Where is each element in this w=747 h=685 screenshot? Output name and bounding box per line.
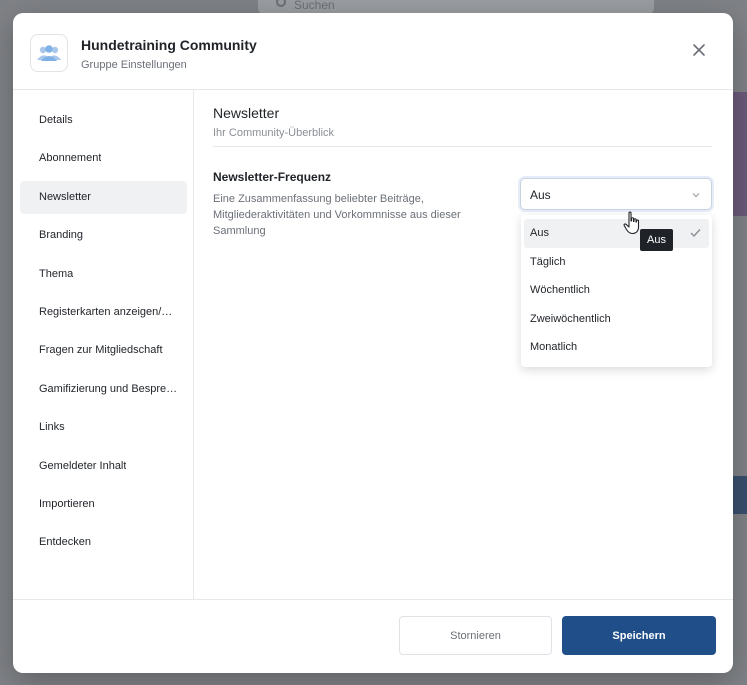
- section-title: Newsletter: [213, 105, 280, 121]
- sidebar-item-links[interactable]: Links: [20, 411, 187, 444]
- sidebar-item-thema[interactable]: Thema: [20, 258, 187, 291]
- sidebar-item-gemeldeter-inhalt[interactable]: Gemeldeter Inhalt: [20, 450, 187, 483]
- section-subtitle: Ihr Community-Überblick: [213, 127, 335, 139]
- sidebar-item-label: Thema: [39, 267, 74, 280]
- background-search-bar: Suchen: [258, 0, 654, 14]
- option-label: Zweiwöchentlich: [530, 312, 611, 325]
- frequency-select[interactable]: Aus: [520, 178, 712, 210]
- sidebar-item-registerkarten[interactable]: Registerkarten anzeigen/…: [20, 296, 187, 329]
- background-button: [733, 476, 747, 514]
- chevron-down-icon: [692, 193, 700, 198]
- option-woechentlich[interactable]: Wöchentlich: [524, 276, 709, 305]
- divider: [213, 146, 712, 147]
- settings-content: Newsletter Ihr Community-Überblick Newsl…: [213, 105, 713, 367]
- check-icon: [690, 229, 701, 238]
- option-taeglich[interactable]: Täglich: [524, 248, 709, 277]
- modal-footer: Stornieren Speichern: [13, 599, 733, 673]
- option-label: Aus: [530, 227, 549, 239]
- background-banner: [733, 92, 747, 216]
- cancel-button[interactable]: Stornieren: [399, 616, 552, 655]
- tooltip: Aus: [640, 229, 673, 251]
- option-label: Täglich: [530, 255, 566, 268]
- sidebar-item-newsletter[interactable]: Newsletter: [20, 180, 187, 214]
- frequency-dropdown: Aus Täglich Wöchentlich Zweiwöchentlich …: [521, 215, 712, 367]
- sidebar-item-label: Links: [39, 421, 65, 434]
- modal-subtitle: Gruppe Einstellungen: [81, 59, 187, 71]
- sidebar-item-branding[interactable]: Branding: [20, 219, 187, 252]
- sidebar-item-label: Branding: [39, 229, 84, 242]
- option-monatlich[interactable]: Monatlich: [524, 333, 709, 362]
- frequency-label: Newsletter-Frequenz: [213, 170, 332, 184]
- sidebar-item-gamifizierung[interactable]: Gamifizierung und Bespre…: [20, 373, 187, 406]
- option-label: Wöchentlich: [530, 284, 590, 297]
- modal-header: Hundetraining Community Gruppe Einstellu…: [13, 13, 733, 90]
- sidebar-item-label: Newsletter: [39, 190, 91, 203]
- sidebar-item-label: Registerkarten anzeigen/…: [39, 305, 173, 318]
- sidebar-item-details[interactable]: Details: [20, 104, 187, 137]
- hand-pointer-icon: [623, 211, 640, 235]
- community-title: Hundetraining Community: [81, 37, 257, 53]
- sidebar-item-label: Gamifizierung und Bespre…: [39, 382, 178, 395]
- option-zweiwoechentlich[interactable]: Zweiwöchentlich: [524, 305, 709, 334]
- sidebar-item-label: Gemeldeter Inhalt: [39, 459, 127, 472]
- settings-sidebar: Details Abonnement Newsletter Branding T…: [13, 90, 194, 600]
- sidebar-item-mitgliedschaft[interactable]: Fragen zur Mitgliedschaft: [20, 334, 187, 367]
- group-icon: [30, 34, 68, 72]
- background-search-placeholder: Suchen: [294, 0, 335, 12]
- sidebar-item-label: Details: [39, 114, 73, 126]
- option-label: Monatlich: [530, 341, 578, 354]
- sidebar-item-entdecken[interactable]: Entdecken: [20, 526, 187, 559]
- sidebar-item-label: Entdecken: [39, 536, 91, 549]
- save-button[interactable]: Speichern: [562, 616, 716, 655]
- option-aus[interactable]: Aus: [524, 219, 709, 248]
- sidebar-item-importieren[interactable]: Importieren: [20, 488, 187, 521]
- settings-modal: Hundetraining Community Gruppe Einstellu…: [13, 13, 733, 673]
- sidebar-item-label: Importieren: [39, 497, 95, 510]
- sidebar-item-label: Abonnement: [39, 152, 102, 165]
- frequency-selected-value: Aus: [530, 188, 551, 202]
- frequency-description: Eine Zusammenfassung beliebter Beiträge,…: [213, 193, 461, 237]
- sidebar-item-abonnement[interactable]: Abonnement: [20, 142, 187, 175]
- close-icon[interactable]: [689, 40, 709, 60]
- search-icon: [276, 0, 286, 7]
- sidebar-item-label: Fragen zur Mitgliedschaft: [39, 344, 163, 357]
